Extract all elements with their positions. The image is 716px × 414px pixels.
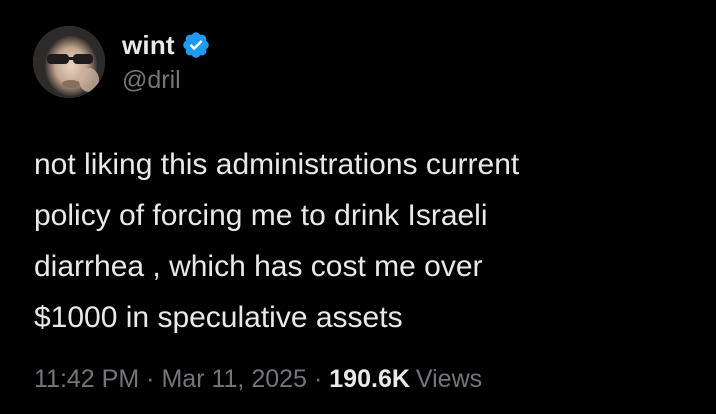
views-count[interactable]: 190.6K <box>329 365 410 394</box>
tweet-text-line: diarrhea , which has cost me over <box>34 250 483 283</box>
tweet-text-line: policy of forcing me to drink Israeli <box>34 199 488 232</box>
tweet-text-line: not liking this administrations current <box>34 148 520 181</box>
tweet-meta: 11:42 PM · Mar 11, 2025 · 190.6K Views <box>34 365 482 394</box>
meta-separator: · <box>146 365 155 393</box>
tweet-text-line: $1000 in speculative assets <box>34 301 403 334</box>
tweet-card: wint @dril not liking this administratio… <box>0 0 716 414</box>
display-name[interactable]: wint <box>122 30 175 61</box>
tweet-date[interactable]: Mar 11, 2025 <box>161 365 306 394</box>
tweet-time[interactable]: 11:42 PM <box>34 365 139 394</box>
author-name-row: wint <box>122 28 211 62</box>
meta-separator: · <box>313 365 323 393</box>
tweet-text: not liking this administrations current … <box>34 139 684 343</box>
author-handle[interactable]: @dril <box>122 66 181 95</box>
avatar-photo-icon <box>33 26 105 98</box>
views-label: Views <box>415 365 483 393</box>
verified-badge-icon <box>181 30 211 60</box>
avatar[interactable] <box>33 26 105 98</box>
